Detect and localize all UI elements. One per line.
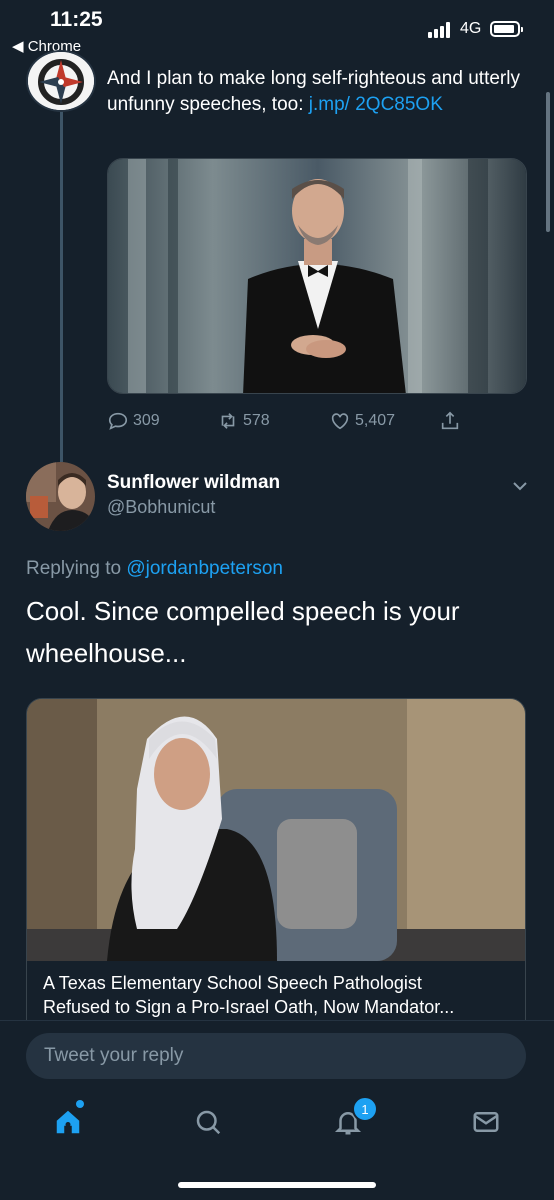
replying-to: Replying to @jordanbpeterson	[26, 558, 283, 580]
home-icon	[56, 1110, 80, 1134]
messages-icon	[473, 1112, 499, 1132]
status-time: 11:25	[50, 8, 103, 31]
tab-messages[interactable]	[466, 1102, 506, 1142]
retweet-icon	[221, 413, 235, 429]
scrollbar[interactable]	[546, 92, 550, 232]
user-display-name[interactable]: Sunflower wildman	[107, 472, 280, 494]
card-title-line: Refused to Sign a Pro-Israel Oath, Now M…	[43, 997, 455, 1017]
chevron-down-icon[interactable]	[510, 478, 530, 494]
user-handle[interactable]: @Bobhunicut	[107, 497, 215, 518]
tweet-text: And I plan to make long self-righteous a…	[107, 66, 527, 118]
reply-input[interactable]	[26, 1033, 526, 1079]
home-indicator	[178, 1182, 376, 1188]
status-bar: 11:25 ◀ Chrome 4G	[0, 0, 554, 58]
battery-icon	[490, 21, 523, 37]
like-icon	[331, 413, 349, 430]
card-title: A Texas Elementary School Speech Patholo…	[43, 971, 511, 1019]
tab-home[interactable]	[48, 1100, 88, 1142]
card-title-line: A Texas Elementary School Speech Patholo…	[43, 973, 422, 993]
tab-search[interactable]	[188, 1102, 228, 1142]
network-type: 4G	[460, 20, 482, 37]
signal-icon	[428, 22, 454, 38]
tweet-photo[interactable]	[107, 158, 527, 394]
notifications-badge: 1	[352, 1096, 378, 1122]
reply-action[interactable]: 309	[107, 410, 160, 432]
retweet-count: 578	[243, 412, 270, 429]
reply-composer	[0, 1020, 554, 1090]
search-icon	[196, 1110, 221, 1135]
like-count: 5,407	[355, 412, 396, 429]
tweet-text: Cool. Since compelled speech is your whe…	[26, 596, 460, 668]
replying-label: Replying to	[26, 558, 127, 579]
card-image	[27, 699, 525, 961]
replying-to-link[interactable]: @jordanbpeterson	[126, 558, 283, 579]
link-card[interactable]: A Texas Elementary School Speech Patholo…	[26, 698, 526, 1028]
tab-notifications[interactable]: 1	[328, 1096, 378, 1142]
avatar[interactable]	[26, 50, 96, 112]
share-action[interactable]	[439, 410, 461, 432]
new-content-dot	[76, 1100, 84, 1108]
avatar[interactable]	[26, 462, 95, 531]
reply-icon	[108, 412, 128, 430]
reply-count: 309	[133, 412, 160, 429]
retweet-action[interactable]: 578	[217, 410, 270, 432]
tweet-link[interactable]: j.mp/ 2QC85OK	[309, 94, 443, 115]
tweet-actions: 309 578 5,407	[107, 410, 527, 436]
share-icon	[441, 411, 459, 430]
thread-line	[60, 110, 63, 462]
like-action[interactable]: 5,407	[329, 410, 395, 432]
